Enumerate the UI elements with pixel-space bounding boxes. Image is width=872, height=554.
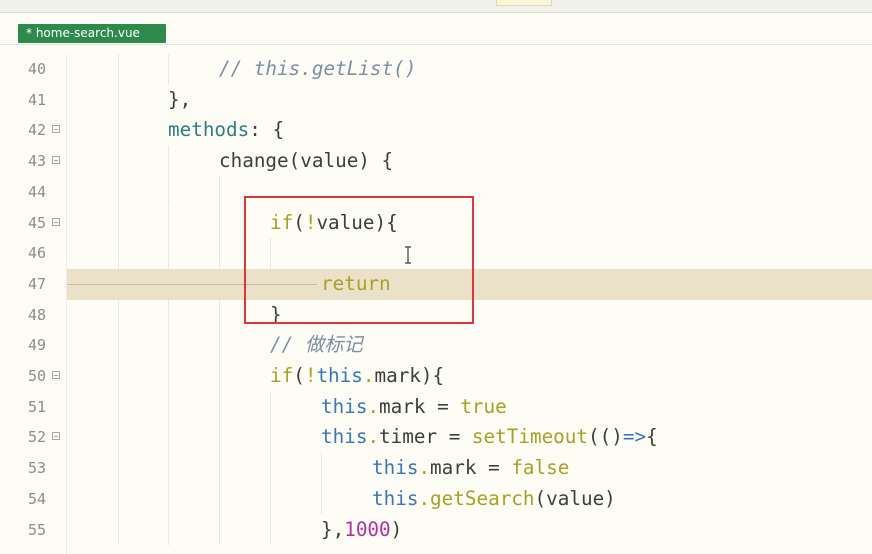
code-line[interactable]: 54 this.getSearch(value) [0,483,872,515]
indent-guide [118,483,119,515]
line-number: 42 [27,121,46,140]
code-text[interactable]: },1000) [67,514,872,546]
code-line[interactable]: 40 // this.getList() [0,54,872,85]
indent-guide [270,483,271,515]
indent-guide [219,422,220,454]
window-top-bar [0,0,872,13]
indent-guide [168,330,169,361]
indent-guide [219,176,220,208]
toolbar-marker [496,0,552,6]
indent-guide [168,391,169,423]
indent-guide [168,299,169,331]
line-number: 47 [27,274,46,293]
line-number: 50 [27,367,46,385]
indent-guide [118,115,119,147]
indent-guide [219,514,220,546]
indent-guide [219,361,220,392]
code-text[interactable]: this.mark = true [67,391,872,423]
line-number: 46 [27,244,46,263]
indent-guide [118,422,119,454]
line-number: 53 [27,459,46,478]
fold-toggle-icon[interactable] [52,432,60,441]
fold-toggle-icon[interactable] [52,125,60,134]
indent-guide [168,483,169,515]
code-text[interactable]: change(value) { [67,146,872,177]
indent-guide [168,453,169,484]
code-text[interactable]: }, [67,84,872,116]
indent-guide [118,453,119,484]
indent-guide [118,514,119,546]
code-line[interactable]: 53 this.mark = false [0,453,872,484]
indent-guide [168,146,169,177]
indent-guide [118,330,119,361]
code-line[interactable]: 55 },1000) [0,514,872,546]
line-number: 40 [27,60,46,78]
indent-guide [219,238,220,269]
indent-guide [270,514,271,546]
indent-guide [118,391,119,423]
indent-guide [219,483,220,515]
indent-guide [270,422,271,454]
tab-home-search-vue[interactable]: * home-search.vue [18,24,166,43]
line-number: 51 [27,397,46,416]
code-line[interactable]: 41}, [0,84,872,116]
indent-guide [270,391,271,423]
indent-guide [270,453,271,484]
highlight-annotation-box [244,196,474,324]
indent-guide [118,238,119,269]
indent-guide [219,453,220,484]
indent-guide [168,54,169,85]
code-line[interactable]: 50 if(!this.mark){ [0,361,872,392]
code-line[interactable]: 49 // 做标记 [0,330,872,361]
code-text[interactable]: this.getSearch(value) [67,483,872,515]
code-line[interactable]: 52 this.timer = setTimeout(()=>{ [0,422,872,454]
line-number: 41 [27,90,46,109]
indent-guide [168,238,169,269]
line-number: 48 [27,305,46,324]
code-line[interactable]: 43 change(value) { [0,146,872,177]
code-text[interactable]: // 做标记 [67,330,872,361]
fold-toggle-icon[interactable] [52,156,60,165]
tab-underline [0,44,872,45]
code-text[interactable]: // this.getList() [67,54,872,85]
fold-toggle-icon[interactable] [52,371,60,379]
indent-guide [321,453,322,484]
code-line[interactable]: 42 methods: { [0,115,872,147]
text-cursor-icon [405,246,411,264]
line-number: 44 [27,182,46,201]
line-number: 45 [27,213,46,232]
indent-guide [118,361,119,392]
fold-toggle-icon[interactable] [52,217,60,226]
code-line[interactable]: 51 this.mark = true [0,391,872,423]
line-number: 54 [27,489,46,508]
indent-guide [118,54,119,85]
indent-guide [118,146,119,177]
code-text[interactable]: this.mark = false [67,453,872,484]
indent-guide [118,84,119,116]
indent-guide [321,483,322,515]
line-number: 52 [27,428,46,447]
line-number: 55 [27,520,46,539]
indent-guide [219,330,220,361]
code-text[interactable]: this.timer = setTimeout(()=>{ [67,422,872,454]
indent-guide [168,422,169,454]
code-text[interactable]: if(!this.mark){ [67,361,872,392]
indent-guide [168,207,169,239]
indent-guide [219,299,220,331]
indent-guide [168,514,169,546]
indent-guide [168,361,169,392]
indent-guide [219,391,220,423]
indent-guide [118,207,119,239]
indent-guide [118,176,119,208]
line-number: 43 [27,152,46,171]
code-text[interactable]: methods: { [67,115,872,147]
indent-guide [219,207,220,239]
indent-guide [118,299,119,331]
indent-guide [168,176,169,208]
line-number: 49 [27,336,46,355]
